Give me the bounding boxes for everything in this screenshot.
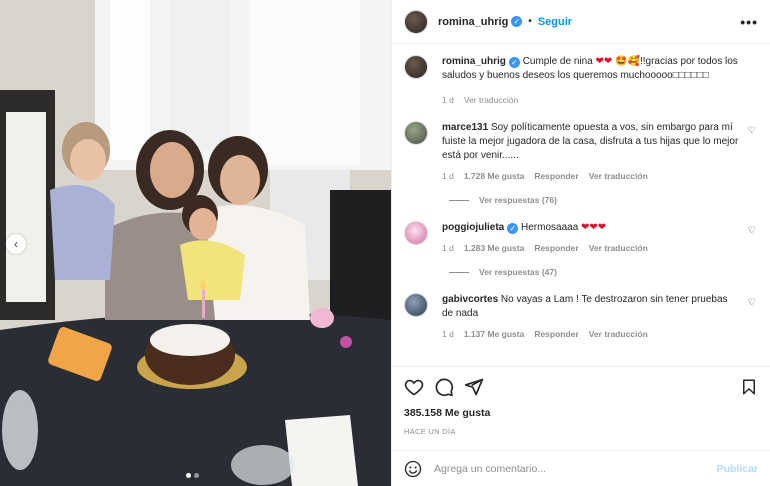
publish-button[interactable]: Publicar	[717, 463, 758, 475]
comment-like-heart-icon[interactable]: ♡	[748, 125, 756, 136]
post-side-panel: romina_uhrig ✓ • Seguir ••• romina_uhrig…	[391, 0, 770, 486]
comment-translate-button[interactable]: Ver traducción	[589, 169, 648, 183]
comment-text: Hermosaaaa	[521, 222, 579, 233]
commenter-avatar[interactable]	[404, 121, 428, 145]
post-caption: romina_uhrig ✓ Cumple de nina ❤❤ 🤩🥰!!grac…	[404, 55, 758, 107]
view-replies-button[interactable]: Ver respuestas (47)	[449, 267, 758, 277]
commenter-avatar[interactable]	[404, 293, 428, 317]
author-avatar[interactable]	[404, 9, 428, 34]
carousel-indicator	[186, 473, 199, 478]
comment-meta: 1 d 1.728 Me gusta Responder Ver traducc…	[442, 169, 740, 183]
caption-translate-button[interactable]: Ver traducción	[464, 93, 518, 107]
carousel-dot-2	[194, 473, 199, 478]
comment-reply-button[interactable]: Responder	[534, 241, 578, 255]
follow-button[interactable]: Seguir	[538, 16, 572, 28]
action-icons-row	[404, 375, 758, 399]
comment-input[interactable]: Agrega un comentario...	[434, 463, 546, 475]
comment-likes[interactable]: 1.137 Me gusta	[464, 327, 524, 341]
comment-username[interactable]: poggiojulieta	[442, 222, 504, 233]
comment-item: marce131 Soy políticamente opuesta a vos…	[404, 121, 758, 183]
bookmark-icon[interactable]	[740, 377, 758, 397]
caption-time: 1 d	[442, 95, 454, 105]
replies-line	[449, 271, 469, 273]
post-actions: 385.158 Me gusta HACE UN DÍA	[392, 366, 770, 450]
comment-item: poggiojulieta ✓ Hermosaaaa ❤❤❤ 1 d 1.283 …	[404, 221, 758, 255]
caption-username[interactable]: romina_uhrig	[442, 56, 506, 67]
more-options-icon[interactable]: •••	[740, 14, 758, 30]
comment-reply-button[interactable]: Responder	[534, 169, 578, 183]
view-replies-label: Ver respuestas (76)	[479, 195, 557, 205]
caption-text: Cumple de nina	[522, 56, 593, 67]
instagram-post: ‹ romina_uhrig ✓ • Seguir ••• romina_uhr…	[0, 0, 770, 486]
birthday-photo-image	[0, 0, 391, 486]
comment-meta: 1 d 1.283 Me gusta Responder Ver traducc…	[442, 241, 740, 255]
comment-icon[interactable]	[434, 377, 454, 397]
replies-line	[449, 199, 469, 201]
comment-time: 1 d	[442, 329, 454, 339]
comment-likes[interactable]: 1.283 Me gusta	[464, 241, 524, 255]
comment-likes[interactable]: 1.728 Me gusta	[464, 169, 524, 183]
caption-author-avatar[interactable]	[404, 55, 428, 79]
separator-dot: •	[528, 16, 532, 27]
comment-reply-button[interactable]: Responder	[534, 327, 578, 341]
comment-hearts: ❤❤❤	[581, 222, 607, 233]
view-replies-button[interactable]: Ver respuestas (76)	[449, 195, 758, 205]
share-icon[interactable]	[464, 377, 484, 397]
comment-like-heart-icon[interactable]: ♡	[748, 225, 756, 236]
comment-username[interactable]: marce131	[442, 122, 488, 133]
chevron-left-icon: ‹	[14, 237, 18, 251]
comment-translate-button[interactable]: Ver traducción	[589, 241, 648, 255]
view-replies-label: Ver respuestas (47)	[479, 267, 557, 277]
post-header: romina_uhrig ✓ • Seguir •••	[392, 0, 770, 44]
carousel-dot-1	[186, 473, 191, 478]
heart-icon[interactable]	[404, 377, 424, 397]
comment-time: 1 d	[442, 243, 454, 253]
post-timestamp: HACE UN DÍA	[404, 427, 456, 436]
verified-badge-icon: ✓	[508, 57, 520, 68]
add-comment-bar: Agrega un comentario... Publicar	[392, 450, 770, 486]
likes-count[interactable]: 385.158 Me gusta	[404, 407, 758, 419]
comment-time: 1 d	[442, 171, 454, 181]
comment-item: gabivcortes No vayas a Lam ! Te destroza…	[404, 293, 758, 341]
commenter-avatar[interactable]	[404, 221, 428, 245]
caption-meta: 1 d Ver traducción	[442, 93, 758, 107]
comment-translate-button[interactable]: Ver traducción	[589, 327, 648, 341]
comment-meta: 1 d 1.137 Me gusta Responder Ver traducc…	[442, 327, 740, 341]
author-username[interactable]: romina_uhrig	[438, 16, 508, 28]
caption-hearts: ❤❤	[595, 56, 613, 67]
post-photo[interactable]: ‹	[0, 0, 391, 486]
comments-list[interactable]: romina_uhrig ✓ Cumple de nina ❤❤ 🤩🥰!!grac…	[392, 45, 770, 366]
caption-emojis: 🤩🥰	[615, 56, 640, 67]
comment-username[interactable]: gabivcortes	[442, 294, 498, 305]
verified-badge-icon: ✓	[507, 223, 519, 234]
emoji-icon[interactable]	[404, 460, 422, 478]
previous-slide-button[interactable]: ‹	[6, 234, 26, 254]
comment-like-heart-icon[interactable]: ♡	[748, 297, 756, 308]
verified-badge-icon: ✓	[511, 16, 523, 27]
